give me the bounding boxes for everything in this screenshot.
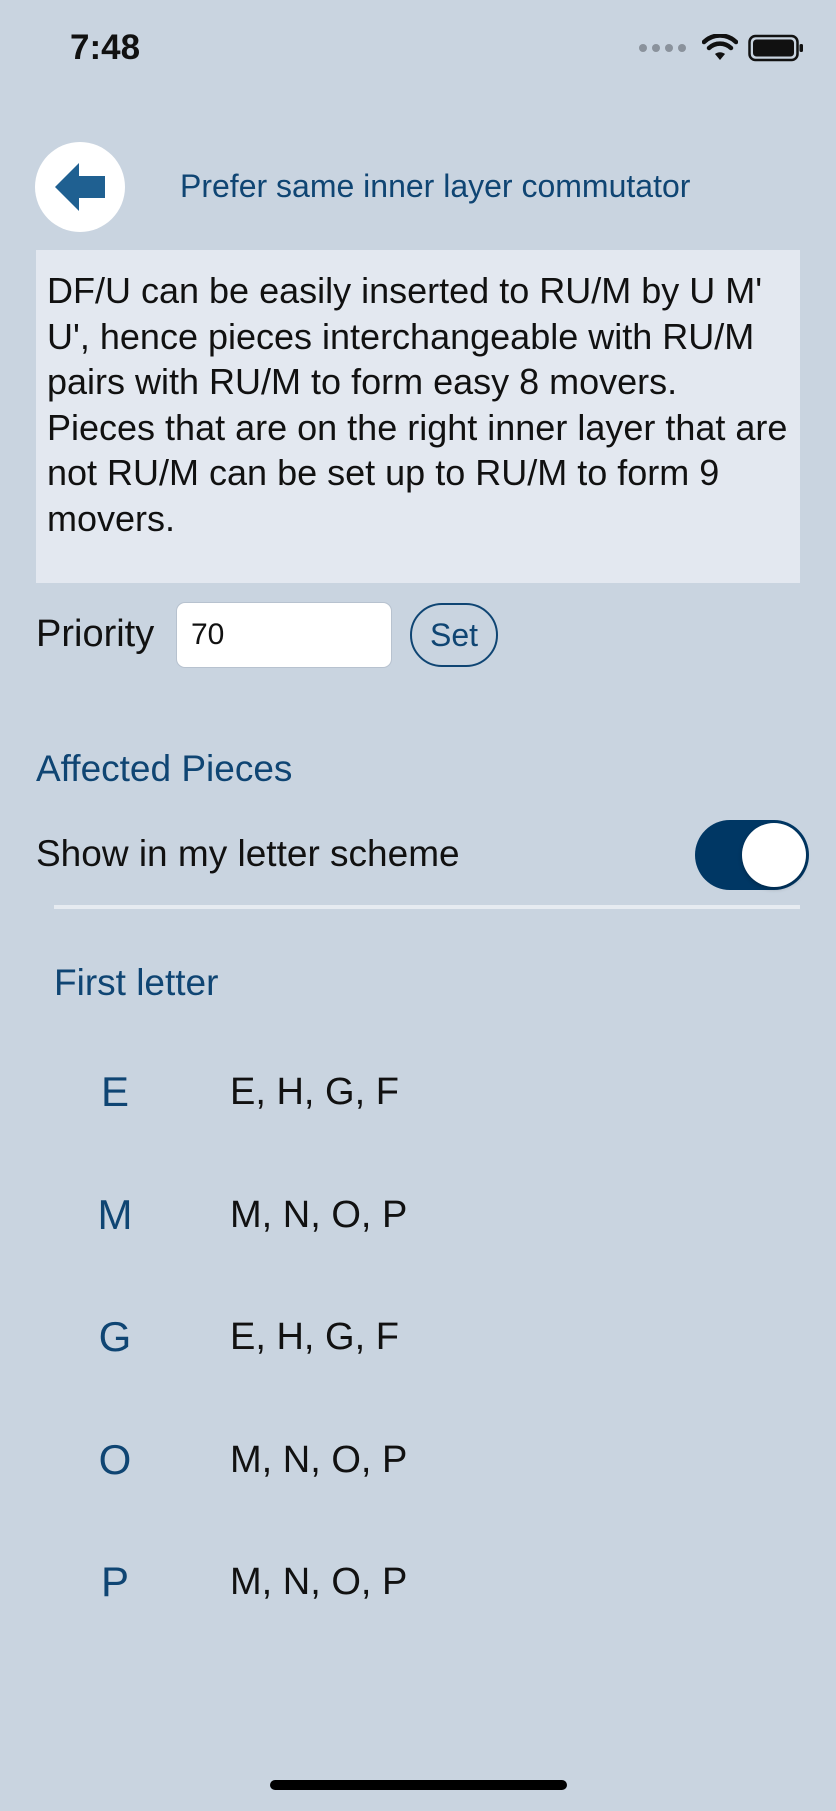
affected-pieces-heading: Affected Pieces: [36, 748, 293, 789]
status-time: 7:48: [70, 28, 141, 67]
list-item: G E, H, G, F: [0, 1283, 836, 1406]
piece-values: M, N, O, P: [230, 1193, 408, 1236]
battery-icon: [748, 34, 803, 62]
divider: [54, 905, 800, 909]
priority-label: Priority: [36, 613, 155, 655]
piece-letter: M: [97, 1190, 133, 1238]
wifi-icon: [702, 34, 738, 60]
page-title: Prefer same inner layer commutator: [180, 168, 691, 204]
description-text: DF/U can be easily inserted to RU/M by U…: [36, 250, 800, 583]
status-icons: [639, 34, 804, 62]
piece-letter: G: [98, 1313, 132, 1360]
letter-scheme-toggle[interactable]: [695, 820, 809, 890]
piece-letter: P: [100, 1558, 129, 1605]
piece-values: M, N, O, P: [230, 1438, 408, 1481]
back-button[interactable]: [35, 142, 125, 232]
list-item: E E, H, G, F: [0, 1038, 836, 1161]
home-indicator[interactable]: [270, 1780, 567, 1790]
list-item: O M, N, O, P: [0, 1406, 836, 1529]
pieces-list: E E, H, G, F M M, N, O, P G E, H, G, F O…: [0, 1038, 836, 1651]
toggle-knob: [742, 823, 806, 887]
list-item: P M, N, O, P: [0, 1528, 836, 1651]
first-letter-heading: First letter: [54, 962, 219, 1003]
piece-letter: E: [100, 1068, 129, 1115]
piece-values: M, N, O, P: [230, 1561, 408, 1603]
cellular-signal-icon: [639, 44, 686, 52]
piece-values: E, H, G, F: [230, 1316, 399, 1358]
letter-scheme-toggle-label: Show in my letter scheme: [36, 833, 460, 874]
set-button[interactable]: Set: [410, 603, 498, 667]
list-item: M M, N, O, P: [0, 1161, 836, 1284]
priority-input[interactable]: [176, 602, 392, 668]
piece-letter: O: [98, 1435, 132, 1483]
arrow-left-icon: [55, 163, 105, 211]
piece-values: E, H, G, F: [230, 1071, 399, 1113]
